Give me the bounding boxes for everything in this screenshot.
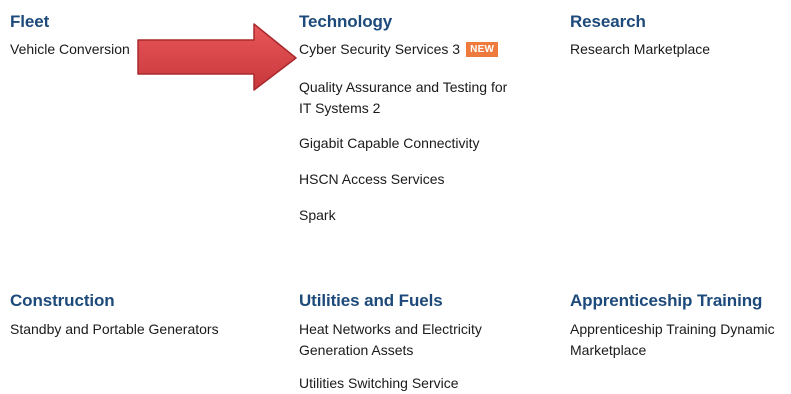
link-standby-portable-generators[interactable]: Standby and Portable Generators [10,319,219,340]
heading-construction: Construction [10,291,115,310]
link-heat-networks[interactable]: Heat Networks and Electricity Generation… [299,319,482,361]
heading-apprenticeship-training: Apprenticeship Training [570,291,763,310]
link-apprenticeship-line2[interactable]: Marketplace [570,340,775,361]
link-gigabit-capable-connectivity[interactable]: Gigabit Capable Connectivity [299,133,480,154]
link-apprenticeship-line1[interactable]: Apprenticeship Training Dynamic [570,319,775,340]
link-cyber-security-label[interactable]: Cyber Security Services 3 [299,41,460,57]
new-badge: NEW [466,42,499,57]
link-spark[interactable]: Spark [299,205,336,226]
link-cyber-security-services[interactable]: Cyber Security Services 3 NEW [299,39,499,60]
link-heat-networks-line2[interactable]: Generation Assets [299,340,482,361]
heading-research: Research [570,12,646,31]
heading-utilities-fuels: Utilities and Fuels [299,291,443,310]
link-research-marketplace[interactable]: Research Marketplace [570,39,710,60]
link-hscn-access-services[interactable]: HSCN Access Services [299,169,444,190]
link-heat-networks-line1[interactable]: Heat Networks and Electricity [299,319,482,340]
heading-technology: Technology [299,12,393,31]
link-apprenticeship-training-dynamic[interactable]: Apprenticeship Training Dynamic Marketpl… [570,319,775,361]
link-quality-assurance-line1[interactable]: Quality Assurance and Testing for [299,77,507,98]
link-vehicle-conversion[interactable]: Vehicle Conversion [10,39,130,60]
link-quality-assurance[interactable]: Quality Assurance and Testing for IT Sys… [299,77,507,119]
link-quality-assurance-line2[interactable]: IT Systems 2 [299,98,507,119]
link-utilities-switching-service[interactable]: Utilities Switching Service [299,373,459,394]
heading-fleet: Fleet [10,12,50,31]
arrow-right-icon [137,23,297,91]
